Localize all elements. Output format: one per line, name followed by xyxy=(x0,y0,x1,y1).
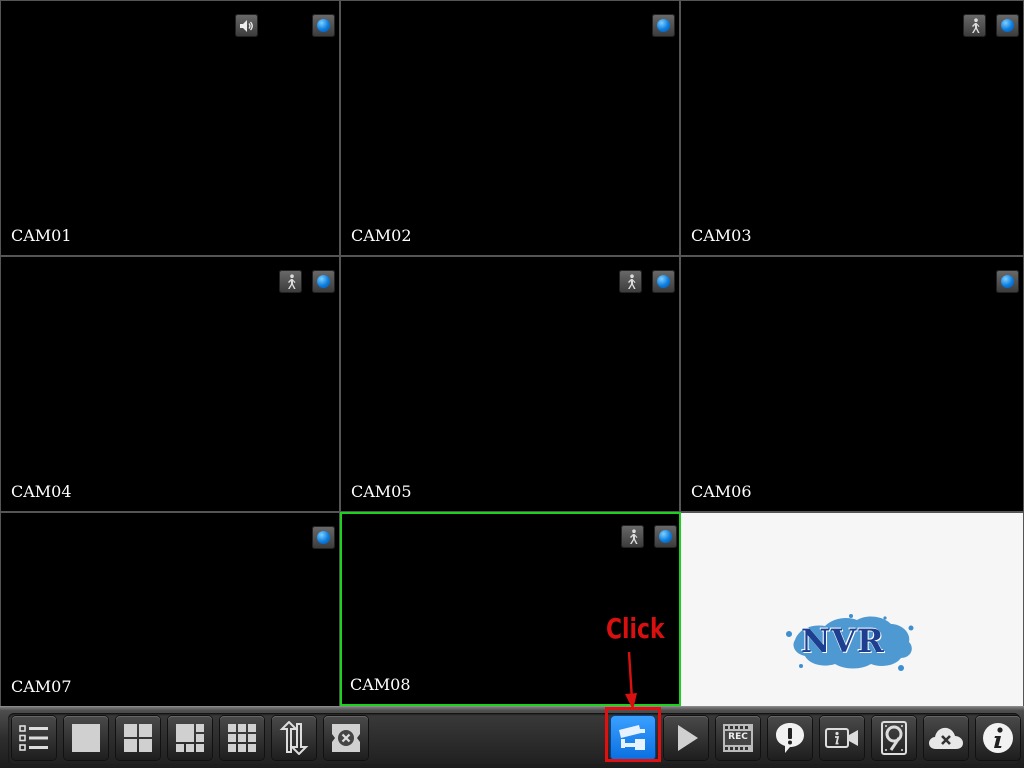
cloud-off-icon xyxy=(929,727,963,749)
record-status-icon xyxy=(652,270,675,293)
close-box-icon xyxy=(332,724,360,752)
record-status-icon xyxy=(996,270,1019,293)
record-status-icon xyxy=(996,14,1019,37)
swap-arrows-icon xyxy=(279,721,309,755)
menu-list-button[interactable] xyxy=(12,716,56,760)
nvr-logo: NVR xyxy=(781,608,921,682)
video-info-button[interactable] xyxy=(820,716,864,760)
info-button[interactable] xyxy=(976,716,1020,760)
hard-disk-icon xyxy=(881,721,907,755)
record-status-icon xyxy=(312,14,335,37)
tile-status-icons xyxy=(619,270,675,293)
camera-label: CAM01 xyxy=(11,226,72,245)
close-all-button[interactable] xyxy=(324,716,368,760)
tile-status-icons xyxy=(996,270,1019,293)
record-status-icon xyxy=(652,14,675,37)
record-status-icon xyxy=(654,525,677,548)
logo-tile: NVR xyxy=(681,513,1023,706)
info-icon xyxy=(983,723,1013,753)
camera-tile-cam04[interactable]: CAM04 xyxy=(1,257,339,511)
layout-6-button[interactable] xyxy=(168,716,212,760)
click-annotation: Click xyxy=(606,612,665,645)
record-status-icon xyxy=(312,526,335,549)
tile-status-icons xyxy=(312,526,335,549)
quad-view-icon xyxy=(124,724,152,752)
camera-label: CAM05 xyxy=(351,482,412,501)
motion-person-icon xyxy=(279,270,302,293)
camera-label: CAM02 xyxy=(351,226,412,245)
alert-bubble-icon xyxy=(776,723,804,753)
six-view-icon xyxy=(176,724,204,752)
layout-1-button[interactable] xyxy=(64,716,108,760)
cloud-button[interactable] xyxy=(924,716,968,760)
tile-status-icons xyxy=(652,14,675,37)
camera-label: CAM03 xyxy=(691,226,752,245)
nine-view-icon xyxy=(228,724,256,752)
motion-person-icon xyxy=(621,525,644,548)
rec-label: REC xyxy=(728,732,748,742)
speaker-icon[interactable] xyxy=(235,14,258,37)
bottom-toolbar: REC xyxy=(0,706,1024,768)
alarm-button[interactable] xyxy=(768,716,812,760)
annotation-highlight-box xyxy=(605,707,661,762)
camera-info-icon xyxy=(825,728,858,748)
camera-label: CAM07 xyxy=(11,677,72,696)
sequence-button[interactable] xyxy=(272,716,316,760)
camera-tile-cam05[interactable]: CAM05 xyxy=(341,257,679,511)
motion-person-icon xyxy=(619,270,642,293)
tile-status-icons xyxy=(235,14,335,37)
list-icon xyxy=(19,725,48,751)
camera-label: CAM06 xyxy=(691,482,752,501)
layout-4-button[interactable] xyxy=(116,716,160,760)
layout-9-button[interactable] xyxy=(220,716,264,760)
camera-tile-cam01[interactable]: CAM01 xyxy=(1,1,339,255)
motion-person-icon xyxy=(963,14,986,37)
playback-button[interactable] xyxy=(664,716,708,760)
camera-tile-cam02[interactable]: CAM02 xyxy=(341,1,679,255)
play-icon xyxy=(678,725,698,751)
record-status-icon xyxy=(312,270,335,293)
camera-grid: CAM01 CAM02 CAM03 CAM04 CAM05 CAM06 CAM0… xyxy=(0,0,1024,706)
single-view-icon xyxy=(72,724,100,752)
record-button[interactable]: REC xyxy=(716,716,760,760)
camera-tile-cam06[interactable]: CAM06 xyxy=(681,257,1023,511)
tile-status-icons xyxy=(279,270,335,293)
tile-status-icons xyxy=(963,14,1019,37)
annotation-arrow-icon xyxy=(625,651,637,710)
camera-label: CAM04 xyxy=(11,482,72,501)
hdd-button[interactable] xyxy=(872,716,916,760)
camera-tile-cam03[interactable]: CAM03 xyxy=(681,1,1023,255)
camera-label: CAM08 xyxy=(350,675,411,694)
camera-tile-cam07[interactable]: CAM07 xyxy=(1,513,339,706)
tile-status-icons xyxy=(621,525,677,548)
logo-text: NVR xyxy=(801,622,885,660)
